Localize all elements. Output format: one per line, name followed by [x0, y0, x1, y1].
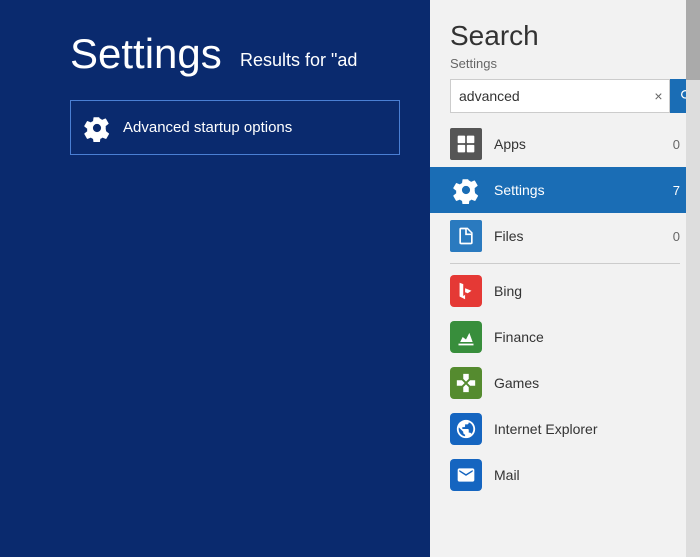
left-panel: Settings Results for "ad Advanced startu… — [0, 0, 430, 557]
settings-label: Settings — [494, 182, 673, 198]
finance-label: Finance — [494, 329, 680, 345]
category-list: Apps 0 Settings 7 Files 0 — [430, 121, 700, 498]
files-count: 0 — [673, 229, 680, 244]
search-title: Search — [450, 20, 680, 52]
category-item-games[interactable]: Games — [430, 360, 700, 406]
category-item-apps[interactable]: Apps 0 — [430, 121, 700, 167]
category-divider — [450, 263, 680, 264]
games-label: Games — [494, 375, 680, 391]
page-title: Settings — [70, 30, 222, 78]
search-box[interactable]: × — [450, 79, 670, 113]
bing-label: Bing — [494, 283, 680, 299]
ie-icon — [450, 413, 482, 445]
files-icon — [450, 220, 482, 252]
search-input[interactable] — [451, 80, 648, 112]
result-item-advanced-startup[interactable]: Advanced startup options — [70, 100, 400, 155]
mail-label: Mail — [494, 467, 680, 483]
category-item-mail[interactable]: Mail — [430, 452, 700, 498]
mail-icon — [450, 459, 482, 491]
right-panel: Search Settings × — [430, 0, 700, 557]
apps-label: Apps — [494, 136, 673, 152]
category-item-files[interactable]: Files 0 — [430, 213, 700, 259]
gear-icon — [83, 114, 111, 142]
settings-count: 7 — [673, 183, 680, 198]
category-item-ie[interactable]: Internet Explorer — [430, 406, 700, 452]
result-item-label: Advanced startup options — [123, 119, 292, 136]
files-label: Files — [494, 228, 673, 244]
bing-icon — [450, 275, 482, 307]
category-item-bing[interactable]: Bing — [430, 268, 700, 314]
scrollbar-thumb[interactable] — [686, 0, 700, 80]
search-header: Search Settings × — [430, 0, 700, 113]
category-item-settings[interactable]: Settings 7 — [430, 167, 700, 213]
apps-count: 0 — [673, 137, 680, 152]
scrollbar[interactable] — [686, 0, 700, 557]
games-icon — [450, 367, 482, 399]
ie-label: Internet Explorer — [494, 421, 680, 437]
search-category-label: Settings — [450, 56, 680, 71]
results-subtitle: Results for "ad — [240, 50, 357, 71]
finance-icon — [450, 321, 482, 353]
settings-icon — [450, 174, 482, 206]
apps-icon — [450, 128, 482, 160]
category-item-finance[interactable]: Finance — [430, 314, 700, 360]
search-clear-button[interactable]: × — [648, 80, 669, 112]
